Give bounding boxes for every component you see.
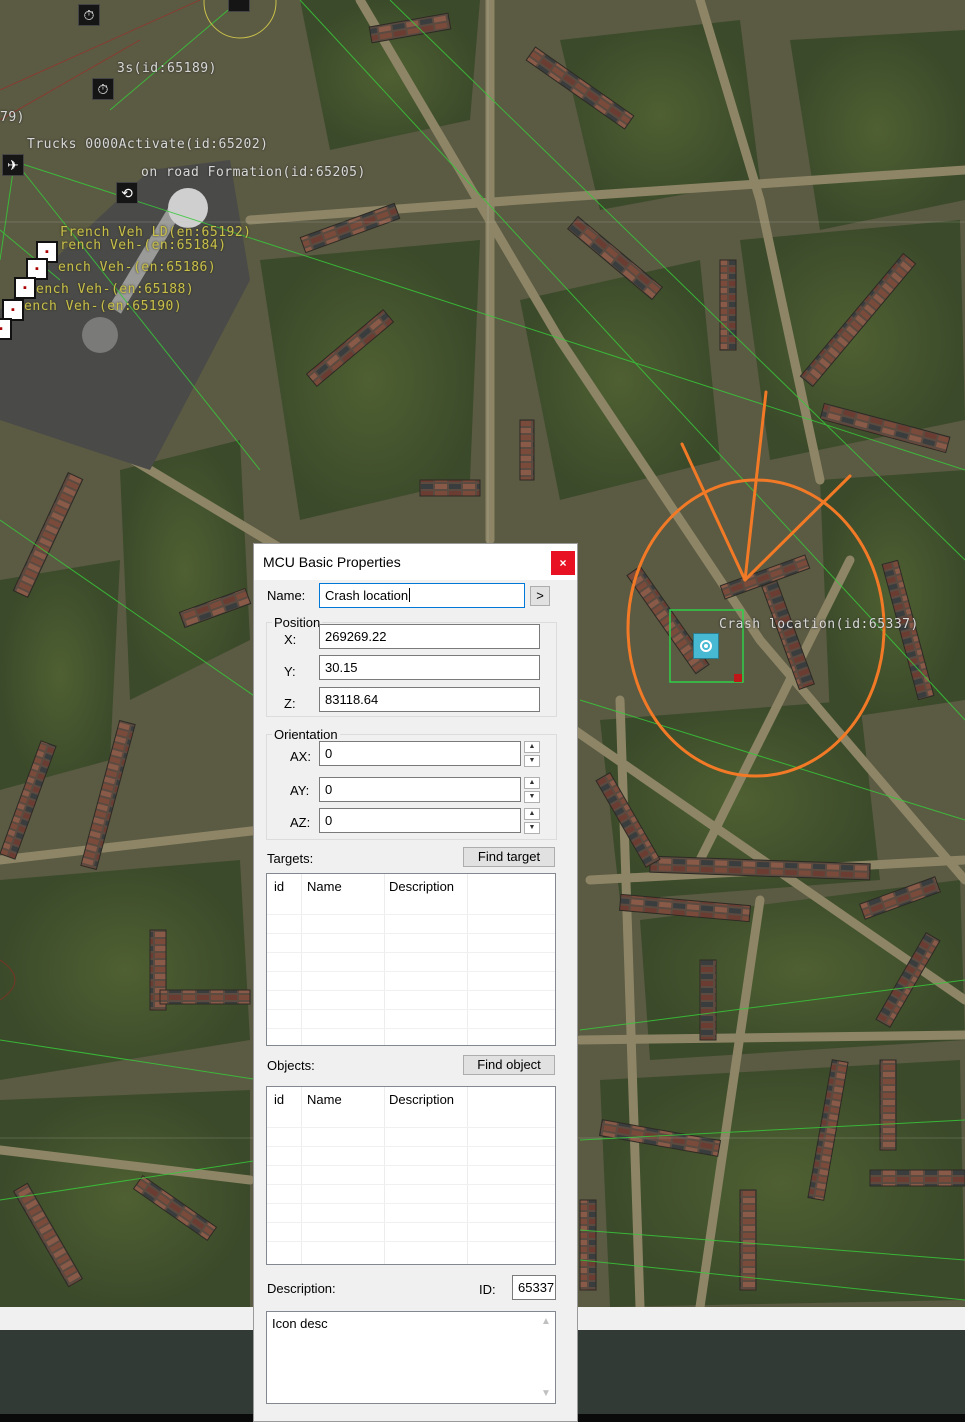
list-row-line [267, 1009, 555, 1010]
target-marker-icon[interactable] [693, 633, 719, 659]
objects-list[interactable]: id Name Description [266, 1086, 556, 1265]
description-textarea[interactable]: Icon desc ▲ ▼ [266, 1311, 556, 1404]
name-expand-button[interactable]: > [530, 586, 550, 606]
ay-field[interactable]: 0 [319, 777, 521, 802]
map-label-partial[interactable]: 79) [0, 110, 25, 125]
plane-icon[interactable]: ✈ [2, 154, 24, 176]
az-spinner[interactable]: ▲ ▼ [524, 808, 540, 834]
column-name[interactable]: Name [307, 879, 342, 894]
column-description[interactable]: Description [389, 879, 454, 894]
list-row-line [267, 1241, 555, 1242]
name-value: Crash location [325, 588, 409, 603]
text-caret [409, 588, 411, 602]
find-object-button[interactable]: Find object [463, 1055, 555, 1075]
targets-label: Targets: [267, 851, 314, 866]
spin-down-icon[interactable]: ▼ [524, 755, 540, 767]
map-label-vehicle[interactable]: ench Veh-(en:65186) [58, 260, 216, 275]
description-label: Description: [267, 1281, 336, 1296]
objects-list-header: id Name Description [267, 1087, 555, 1111]
map-object-icon[interactable] [228, 0, 250, 12]
dialog-title: MCU Basic Properties [263, 554, 401, 570]
id-label: ID: [479, 1282, 496, 1297]
list-row-line [267, 971, 555, 972]
list-row-line [267, 933, 555, 934]
map-label-vehicle[interactable]: ench Veh-(en:65188) [36, 282, 194, 297]
close-button[interactable]: × [551, 551, 575, 575]
ax-spinner[interactable]: ▲ ▼ [524, 741, 540, 767]
list-row-line [267, 952, 555, 953]
id-field[interactable]: 65337 [512, 1275, 556, 1300]
column-divider [384, 874, 385, 1045]
list-row-line [267, 990, 555, 991]
x-label: X: [284, 632, 297, 647]
y-label: Y: [284, 664, 296, 679]
spin-down-icon[interactable]: ▼ [524, 822, 540, 834]
ax-label: AX: [290, 749, 311, 764]
column-divider [467, 1087, 468, 1264]
map-label-crash-location[interactable]: Crash location(id:65337) [719, 617, 919, 632]
spin-up-icon[interactable]: ▲ [524, 741, 540, 753]
list-row-line [267, 1127, 555, 1128]
list-row-line [267, 1184, 555, 1185]
map-label-formation[interactable]: on road Formation(id:65205) [141, 165, 366, 180]
list-row-line [267, 914, 555, 915]
x-field[interactable]: 269269.22 [319, 624, 540, 649]
column-divider [301, 874, 302, 1045]
find-target-button[interactable]: Find target [463, 847, 555, 867]
spin-down-icon[interactable]: ▼ [524, 791, 540, 803]
timer-icon[interactable]: ⏱ [92, 78, 114, 100]
column-name[interactable]: Name [307, 1092, 342, 1107]
az-field[interactable]: 0 [319, 808, 521, 833]
position-title: Position [272, 615, 323, 630]
list-row-line [267, 1203, 555, 1204]
description-scrollbar[interactable]: ▲ ▼ [538, 1312, 555, 1403]
ax-field[interactable]: 0 [319, 741, 521, 766]
targets-list-header: id Name Description [267, 874, 555, 898]
map-label-trucks-activate[interactable]: Trucks 0000Activate(id:65202) [27, 137, 268, 152]
targets-list[interactable]: id Name Description [266, 873, 556, 1046]
column-id[interactable]: id [274, 1092, 284, 1107]
column-divider [301, 1087, 302, 1264]
name-label: Name: [267, 588, 306, 603]
z-label: Z: [284, 696, 296, 711]
spin-up-icon[interactable]: ▲ [524, 808, 540, 820]
az-label: AZ: [290, 815, 311, 830]
list-row-line [267, 1222, 555, 1223]
column-divider [467, 874, 468, 1045]
description-value: Icon desc [272, 1316, 328, 1331]
scroll-down-icon[interactable]: ▼ [541, 1388, 551, 1399]
formation-icon[interactable]: ⟲ [116, 182, 138, 204]
z-field[interactable]: 83118.64 [319, 687, 540, 712]
objects-label: Objects: [267, 1058, 315, 1073]
vehicle-icon[interactable]: ▪ [0, 318, 12, 340]
name-field[interactable]: Crash location [319, 583, 525, 608]
spin-up-icon[interactable]: ▲ [524, 777, 540, 789]
ay-spinner[interactable]: ▲ ▼ [524, 777, 540, 803]
orientation-title: Orientation [272, 727, 340, 742]
map-label-timer[interactable]: 3s(id:65189) [117, 61, 217, 76]
timer-icon[interactable]: ⏱ [78, 4, 100, 26]
map-label-vehicle[interactable]: ench Veh-(en:65190) [24, 299, 182, 314]
y-field[interactable]: 30.15 [319, 655, 540, 680]
ay-label: AY: [290, 783, 310, 798]
dialog-titlebar[interactable]: MCU Basic Properties [254, 544, 577, 580]
list-row-line [267, 1146, 555, 1147]
column-id[interactable]: id [274, 879, 284, 894]
list-row-line [267, 1028, 555, 1029]
mcu-properties-dialog: MCU Basic Properties × Name: Crash locat… [253, 543, 578, 1422]
column-divider [384, 1087, 385, 1264]
column-description[interactable]: Description [389, 1092, 454, 1107]
vehicle-icon[interactable]: ▪ [14, 277, 36, 299]
list-row-line [267, 1165, 555, 1166]
scroll-up-icon[interactable]: ▲ [541, 1316, 551, 1327]
map-label-vehicle[interactable]: rench Veh-(en:65184) [60, 238, 227, 253]
